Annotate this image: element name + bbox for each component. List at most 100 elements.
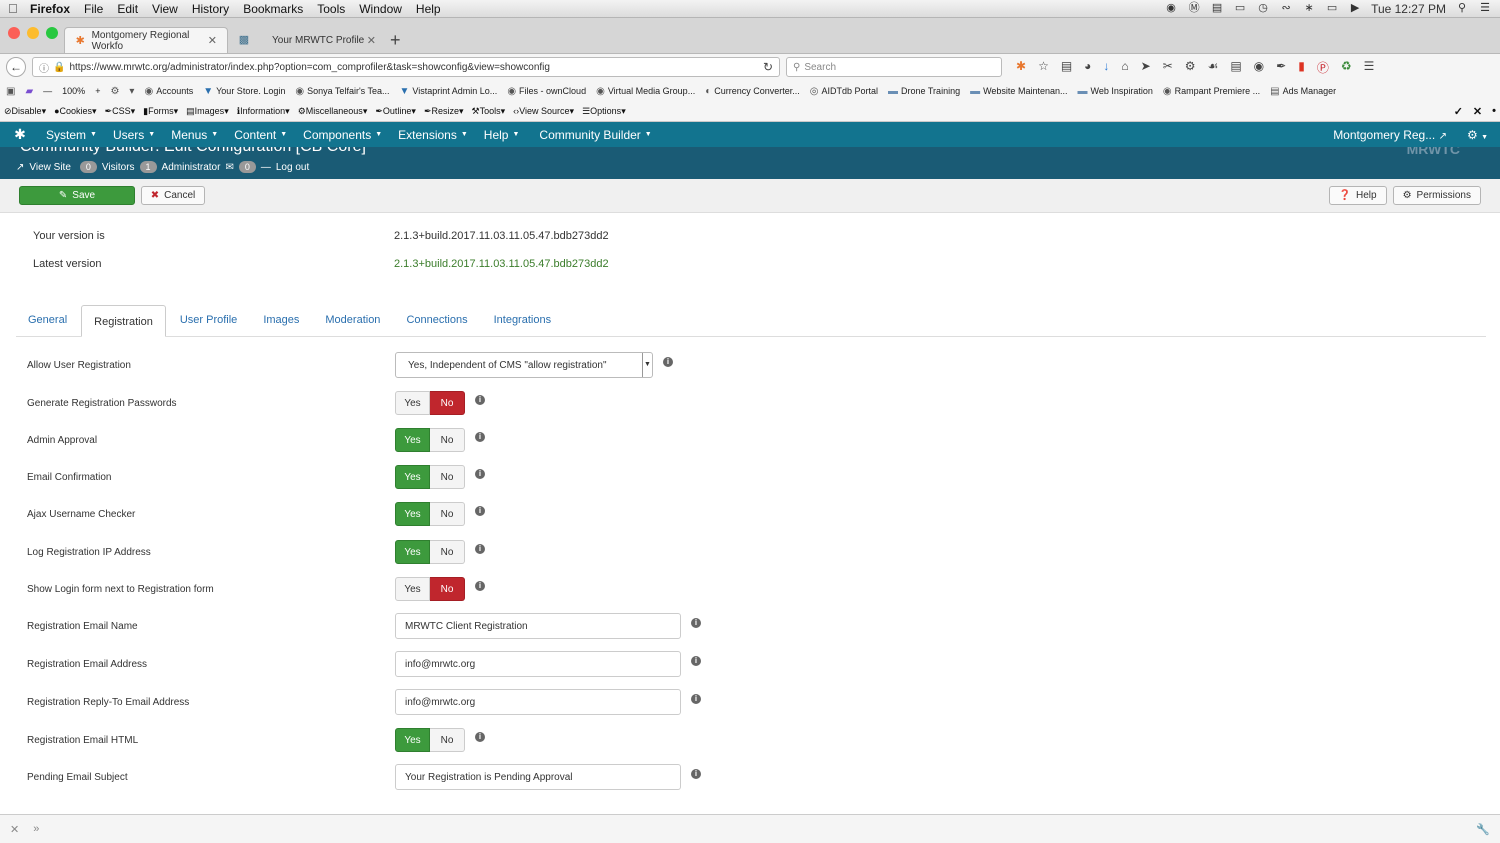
- bookmark-ads-manager[interactable]: ▤ Ads Manager: [1270, 86, 1336, 97]
- hamburger-menu-icon[interactable]: ☰: [1364, 59, 1375, 76]
- help-button[interactable]: ❓ Help: [1328, 186, 1387, 205]
- menu-window[interactable]: Window: [359, 2, 402, 16]
- yes-option[interactable]: Yes: [395, 428, 430, 452]
- wifi-icon[interactable]: ∾: [1279, 3, 1293, 14]
- dot-icon[interactable]: •: [1492, 105, 1496, 118]
- apple-icon[interactable]: : [8, 1, 30, 16]
- joomla-logo-icon[interactable]: ✱: [12, 126, 28, 143]
- zoom-in-button[interactable]: +: [95, 86, 100, 96]
- url-bar[interactable]: ⓘ 🔒 https://www.mrwtc.org/administrator/…: [32, 57, 780, 77]
- info-icon[interactable]: i: [475, 469, 485, 479]
- bookmark-sonya[interactable]: ◉ Sonya Telfair's Tea...: [295, 86, 389, 97]
- menu-help[interactable]: Help: [416, 2, 441, 16]
- yes-option[interactable]: Yes: [395, 728, 430, 752]
- menu-edit[interactable]: Edit: [117, 2, 138, 16]
- no-option[interactable]: No: [430, 728, 465, 752]
- no-option[interactable]: No: [430, 577, 465, 601]
- volume-icon[interactable]: ▶: [1348, 3, 1362, 14]
- nav-system[interactable]: System ▼: [46, 128, 97, 142]
- info-icon[interactable]: i: [475, 581, 485, 591]
- info-icon[interactable]: i: [475, 432, 485, 442]
- dropdown-icon[interactable]: ▾: [129, 86, 134, 97]
- bookmark-web-inspiration[interactable]: ▬ Web Inspiration: [1077, 86, 1152, 97]
- close-window-button[interactable]: [8, 27, 20, 39]
- menu-view[interactable]: View: [152, 2, 178, 16]
- sync-icon[interactable]: ⚙: [1185, 59, 1196, 76]
- bookmark-store-login[interactable]: ▼ Your Store. Login: [203, 86, 285, 97]
- dev-resize[interactable]: ✒Resize▾: [424, 106, 464, 117]
- yes-option[interactable]: Yes: [395, 465, 430, 489]
- close-icon[interactable]: ✕: [1473, 105, 1482, 118]
- nav-extensions[interactable]: Extensions ▼: [398, 128, 468, 142]
- colorzilla-icon[interactable]: ▰: [25, 86, 33, 97]
- logout-link[interactable]: Log out: [276, 162, 309, 173]
- close-icon[interactable]: ✕: [10, 823, 19, 836]
- sidebar-toggle-icon[interactable]: ▣: [6, 86, 15, 97]
- email-address-input[interactable]: info@mrwtc.org: [395, 651, 681, 677]
- minimize-window-button[interactable]: [27, 27, 39, 39]
- send-icon[interactable]: ➤: [1141, 59, 1151, 76]
- close-tab-icon[interactable]: ✕: [367, 34, 376, 47]
- info-icon[interactable]: i: [475, 506, 485, 516]
- menu-history[interactable]: History: [192, 2, 229, 16]
- reply-to-input[interactable]: info@mrwtc.org: [395, 689, 681, 715]
- dev-options[interactable]: ☰Options▾: [582, 106, 626, 117]
- yes-option[interactable]: Yes: [395, 391, 430, 415]
- tab-general[interactable]: General: [16, 304, 79, 336]
- wrench-icon[interactable]: 🔧: [1476, 823, 1490, 836]
- lock-icon[interactable]: 🔒: [53, 62, 65, 73]
- tab-moderation[interactable]: Moderation: [313, 304, 392, 336]
- creative-cloud-icon[interactable]: ◉: [1164, 3, 1178, 14]
- bookmark-vistaprint[interactable]: ▼ Vistaprint Admin Lo...: [400, 86, 498, 97]
- nav-users[interactable]: Users ▼: [113, 128, 155, 142]
- menu-bookmarks[interactable]: Bookmarks: [243, 2, 303, 16]
- tab-user-profile[interactable]: User Profile: [168, 304, 249, 336]
- bookmark-virtual-media[interactable]: ◉ Virtual Media Group...: [596, 86, 695, 97]
- dev-information[interactable]: ℹInformation▾: [237, 106, 290, 117]
- dev-forms[interactable]: ▮Forms▾: [143, 106, 178, 117]
- pinterest-icon[interactable]: Ⓟ: [1317, 59, 1329, 76]
- info-icon[interactable]: i: [691, 694, 701, 704]
- download-icon[interactable]: ↓: [1103, 59, 1109, 76]
- messages-badge[interactable]: 0: [238, 161, 256, 173]
- email-name-input[interactable]: MRWTC Client Registration: [395, 613, 681, 639]
- extension-icon[interactable]: ♻: [1341, 59, 1352, 76]
- info-icon[interactable]: i: [691, 618, 701, 628]
- info-icon[interactable]: i: [475, 544, 485, 554]
- pending-subject-input[interactable]: Your Registration is Pending Approval: [395, 764, 681, 790]
- chevron-right-icon[interactable]: »: [33, 823, 39, 835]
- dev-miscellaneous[interactable]: ⚙Miscellaneous▾: [298, 106, 368, 117]
- info-icon[interactable]: ⓘ: [39, 60, 49, 75]
- dev-view-source[interactable]: ‹›View Source▾: [513, 106, 574, 117]
- new-tab-button[interactable]: +: [386, 27, 410, 53]
- menu-file[interactable]: File: [84, 2, 103, 16]
- settings-gear-icon[interactable]: ⚙: [110, 86, 119, 97]
- time-machine-icon[interactable]: ◷: [1256, 3, 1270, 14]
- info-icon[interactable]: i: [475, 395, 485, 405]
- cancel-button[interactable]: ✖ Cancel: [141, 186, 205, 205]
- eyedropper-icon[interactable]: ✒: [1276, 59, 1286, 76]
- back-button[interactable]: ←: [6, 57, 26, 77]
- reading-list-icon[interactable]: ▤: [1061, 59, 1072, 76]
- yes-option[interactable]: Yes: [395, 502, 430, 526]
- no-option[interactable]: No: [430, 502, 465, 526]
- notification-center-icon[interactable]: ☰: [1478, 3, 1492, 14]
- adobe-icon[interactable]: ▮: [1298, 59, 1305, 76]
- display-icon[interactable]: ▤: [1210, 3, 1224, 14]
- screenshot-icon[interactable]: ✂: [1163, 59, 1173, 76]
- bookmark-accounts[interactable]: ◉ Accounts: [144, 86, 193, 97]
- browser-tab-active[interactable]: ✱ Montgomery Regional Workfo ✕: [64, 27, 228, 53]
- save-button[interactable]: ✎ Save: [19, 186, 135, 205]
- info-icon[interactable]: i: [691, 769, 701, 779]
- dev-css[interactable]: ✒CSS▾: [105, 106, 136, 117]
- nav-help[interactable]: Help ▼: [484, 128, 520, 142]
- ghost-icon[interactable]: ☙: [1208, 59, 1219, 76]
- nav-community-builder[interactable]: Community Builder ▼: [539, 128, 651, 142]
- info-icon[interactable]: i: [475, 732, 485, 742]
- airplay-icon[interactable]: ▭: [1233, 3, 1247, 14]
- bookmark-owncloud[interactable]: ◉ Files - ownCloud: [507, 86, 586, 97]
- addon-fox-icon[interactable]: ✱: [1016, 59, 1026, 76]
- tab-registration[interactable]: Registration: [81, 305, 166, 337]
- skype-icon[interactable]: Ⓜ: [1187, 3, 1201, 14]
- menu-tools[interactable]: Tools: [317, 2, 345, 16]
